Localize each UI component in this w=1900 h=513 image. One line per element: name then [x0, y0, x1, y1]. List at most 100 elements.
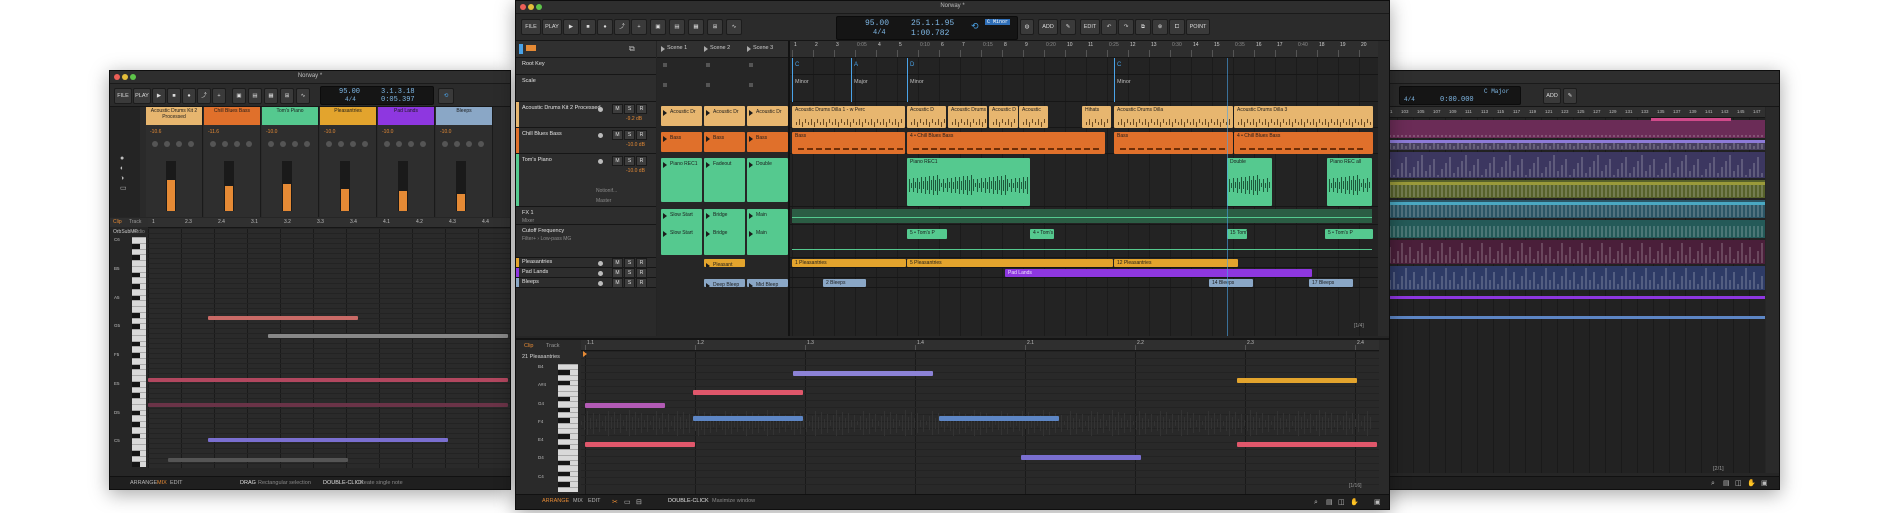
empty-slot[interactable]	[663, 83, 667, 87]
clip-play-icon[interactable]	[706, 110, 710, 116]
arrangement-clip[interactable]: 15 Tom's P	[1227, 229, 1247, 239]
mixer-knob[interactable]	[176, 141, 182, 147]
right-clip-strip[interactable]	[1381, 316, 1765, 319]
scissors-icon[interactable]: ✂	[612, 499, 618, 506]
editor-tab-track[interactable]: Track	[546, 343, 560, 349]
arrangement-clip[interactable]: 12 Pleasantries	[1114, 259, 1238, 267]
record-arm-button[interactable]: R	[636, 156, 647, 166]
midi-note[interactable]	[585, 442, 695, 447]
midi-note[interactable]	[585, 403, 665, 408]
clip-play-icon[interactable]	[749, 136, 753, 142]
time-signature-display[interactable]: 4/4	[873, 29, 886, 37]
left-play-menu-button[interactable]: PLAY	[133, 88, 151, 104]
left-transport-display[interactable]: 95.00 4/4 3.1.3.18 0:05.397	[320, 86, 434, 105]
right-lane[interactable]	[1381, 220, 1765, 238]
mixer-fader[interactable]	[398, 161, 408, 211]
mixer-value[interactable]: -10.0	[440, 129, 451, 135]
mixer-knob[interactable]	[268, 141, 274, 147]
fx-automation-lane[interactable]	[792, 209, 1372, 223]
editor-tab-clip[interactable]: Clip	[524, 343, 533, 349]
mixer-fader[interactable]	[224, 161, 234, 211]
left-status-mix[interactable]: MIX	[157, 480, 167, 486]
arrangement-clip[interactable]: 4 • Tom's	[1030, 229, 1054, 239]
clip-play-icon[interactable]	[749, 110, 753, 116]
status-arrange[interactable]: ARRANGE	[542, 498, 569, 504]
track-header[interactable]: Bleeps M S R	[516, 278, 656, 288]
arrangement-clip[interactable]: Piano REC all	[1327, 158, 1372, 206]
solo-button[interactable]: S	[624, 258, 635, 268]
left-mixer-icon-4[interactable]: ▭	[120, 185, 127, 192]
clip-play-icon[interactable]	[749, 231, 753, 237]
root-key-marker[interactable]: A	[854, 62, 858, 68]
search-icon[interactable]: ⌕	[1314, 499, 1318, 506]
panel-button-monitor[interactable]: ▤	[669, 19, 685, 35]
transport-display[interactable]: 95.00 4/4 25.1.1.95 1:00.782 ⟲ C Minor	[836, 16, 1018, 40]
solo-button[interactable]: S	[624, 156, 635, 166]
arrangement-clip[interactable]: Acoustic Drums Dilla	[1114, 106, 1233, 128]
left-note-grid[interactable]	[148, 228, 510, 468]
tracks-icon[interactable]	[526, 45, 536, 51]
left-panel-button-1[interactable]: ▣	[232, 88, 246, 104]
mixer-channel[interactable]: Tom's Piano -10.0	[262, 107, 319, 217]
launcher-clip[interactable]: Bass	[661, 132, 702, 152]
mixer-value[interactable]: -10.0	[382, 129, 393, 135]
scene-header[interactable]: Scene 2	[704, 44, 744, 54]
launcher-clip[interactable]: Acoustic Dr	[747, 106, 788, 126]
left-mixer-icon-3[interactable]: ◑	[120, 175, 124, 182]
mixer-value[interactable]: -10.0	[324, 129, 335, 135]
split-panel-icon[interactable]: ⊟	[636, 499, 642, 506]
track-active-dot[interactable]	[598, 107, 603, 112]
mixer-value[interactable]: -10.0	[266, 129, 277, 135]
mixer-fader[interactable]	[166, 161, 176, 211]
mixer-knob[interactable]	[292, 141, 298, 147]
mixer-knob[interactable]	[396, 141, 402, 147]
mixer-knob[interactable]	[420, 141, 426, 147]
editor-piano-keyboard[interactable]	[558, 364, 578, 492]
track-active-dot[interactable]	[598, 159, 603, 164]
record-arm-button[interactable]: R	[636, 130, 647, 140]
right-clip-strip[interactable]	[1381, 202, 1765, 205]
root-key-marker[interactable]: C	[1117, 62, 1121, 68]
launcher-clip[interactable]: Main	[747, 209, 788, 229]
mixer-knob[interactable]	[152, 141, 158, 147]
track-header[interactable]: Pad Lands M S R	[516, 268, 656, 278]
clip-play-icon[interactable]	[749, 213, 753, 219]
play-button[interactable]: ▶	[563, 19, 579, 35]
automation-button[interactable]: ⤴	[614, 19, 630, 35]
mixer-knob[interactable]	[326, 141, 332, 147]
scene-play-icon[interactable]	[747, 46, 751, 52]
panel-button-camera[interactable]: ▣	[650, 19, 666, 35]
inspector-icon[interactable]: ✋	[1350, 499, 1359, 506]
mixer-knob[interactable]	[454, 141, 460, 147]
left-status-arrange[interactable]: ARRANGE	[130, 480, 157, 486]
left-midi-note[interactable]	[208, 438, 448, 442]
arrangement-clip[interactable]: 4 • Chill Blues Bass	[907, 132, 1105, 154]
editor-note-grid[interactable]	[581, 351, 1379, 496]
right-clip-strip[interactable]	[1651, 118, 1731, 121]
mute-button[interactable]: M	[612, 258, 623, 268]
left-play-button[interactable]: ▶	[152, 88, 166, 104]
right-clip-strip[interactable]	[1381, 182, 1765, 185]
record-arm-button[interactable]: R	[636, 104, 647, 114]
add-track-button[interactable]: +	[631, 19, 647, 35]
mixer-knob[interactable]	[350, 141, 356, 147]
mixer-channel[interactable]: Pad Lands -10.0	[378, 107, 435, 217]
record-arm-button[interactable]: R	[636, 258, 647, 268]
left-status-edit[interactable]: EDIT	[170, 480, 183, 486]
record-arm-button[interactable]: R	[636, 278, 647, 288]
metronome-button[interactable]: ◍	[1020, 19, 1034, 35]
right-inspect-icon[interactable]: ✋	[1747, 480, 1756, 487]
right-device-icon[interactable]: ◫	[1735, 480, 1742, 487]
mixer-knob[interactable]	[164, 141, 170, 147]
mixer-value[interactable]: -10.6	[150, 129, 161, 135]
clip-play-icon[interactable]	[663, 231, 667, 237]
delete-button[interactable]: ⊗	[1152, 19, 1168, 35]
mixer-fader[interactable]	[340, 161, 350, 211]
clip-play-icon[interactable]	[706, 283, 710, 287]
clip-play-icon[interactable]	[706, 263, 710, 267]
pointer-tool-button[interactable]: ✎	[1060, 19, 1076, 35]
arrangement-ruler[interactable]: 1 2 3 0:05 4 5 0:10 6 7 0:15 8 9 0:20 10 11 0:25 12 13 0:3…	[790, 41, 1378, 58]
clip-play-icon[interactable]	[706, 162, 710, 168]
midi-note[interactable]	[939, 416, 1059, 421]
scale-marker[interactable]: Minor	[1117, 79, 1131, 85]
